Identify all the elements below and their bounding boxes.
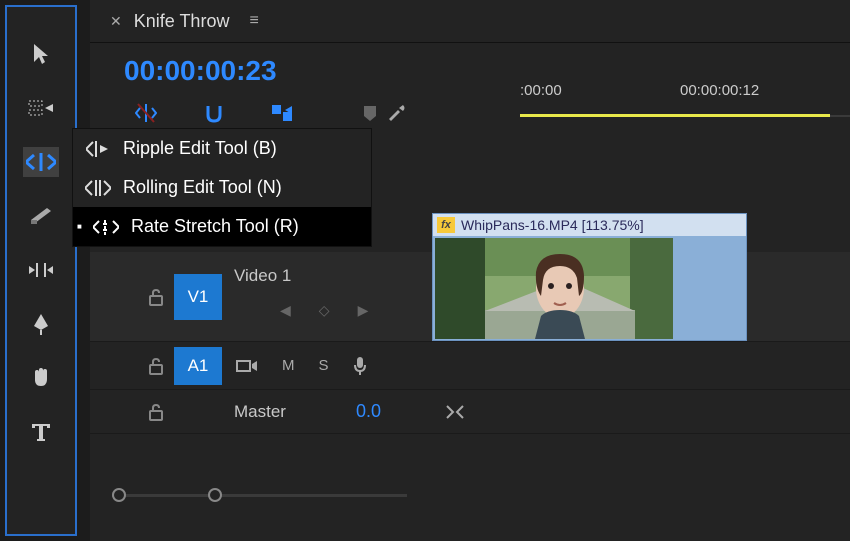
snap-icon[interactable] xyxy=(200,99,228,127)
menu-item-label: Rate Stretch Tool (R) xyxy=(131,216,299,237)
rate-stretch-tool-item[interactable]: Rate Stretch Tool (R) xyxy=(73,207,371,246)
solo-button[interactable]: S xyxy=(319,357,329,374)
zoom-handle-right[interactable] xyxy=(208,488,222,502)
track-badge-v1[interactable]: V1 xyxy=(174,274,222,320)
close-icon[interactable]: ✕ xyxy=(110,13,122,30)
menu-item-label: Ripple Edit Tool (B) xyxy=(123,138,277,159)
clip-title: WhipPans-16.MP4 [113.75%] xyxy=(461,217,644,233)
hand-tool[interactable] xyxy=(23,363,59,393)
lock-icon[interactable] xyxy=(148,288,164,306)
track-output-icon[interactable] xyxy=(236,358,258,374)
mute-button[interactable]: M xyxy=(282,357,295,374)
work-area-bar[interactable] xyxy=(520,114,830,117)
ruler-tick-0: :00:00 xyxy=(520,82,562,99)
fx-badge[interactable]: fx xyxy=(437,217,455,233)
prev-keyframe-icon: ◀ xyxy=(280,302,291,319)
video-clip[interactable]: fx WhipPans-16.MP4 [113.75%] xyxy=(432,213,747,341)
track-a1[interactable]: A1 M S xyxy=(90,342,850,390)
track-select-tool[interactable] xyxy=(23,93,59,123)
clip-header: fx WhipPans-16.MP4 [113.75%] xyxy=(433,214,746,236)
marker-icon[interactable] xyxy=(356,99,384,127)
ripple-edit-tool-group[interactable] xyxy=(23,147,59,177)
sequence-title[interactable]: Knife Throw xyxy=(134,11,230,32)
lock-icon[interactable] xyxy=(148,357,164,375)
rate-stretch-icon xyxy=(93,218,119,236)
insert-overwrite-icon[interactable] xyxy=(132,99,160,127)
track-label-v1: Video 1 xyxy=(234,266,291,286)
rolling-edit-tool-item[interactable]: Rolling Edit Tool (N) xyxy=(73,168,371,207)
zoom-handle-left[interactable] xyxy=(112,488,126,502)
type-tool[interactable] xyxy=(23,417,59,447)
link-icon[interactable] xyxy=(445,404,465,420)
linked-selection-icon[interactable] xyxy=(268,99,296,127)
rolling-edit-icon xyxy=(85,180,111,196)
menu-item-label: Rolling Edit Tool (N) xyxy=(123,177,282,198)
slip-tool[interactable] xyxy=(23,255,59,285)
ruler-tick-12: 00:00:00:12 xyxy=(680,82,759,99)
clip-thumbnail xyxy=(435,238,673,339)
pen-tool[interactable] xyxy=(23,309,59,339)
master-value[interactable]: 0.0 xyxy=(356,401,381,422)
master-label: Master xyxy=(234,402,286,422)
edit-tool-flyout: Ripple Edit Tool (B) Rolling Edit Tool (… xyxy=(72,128,372,247)
panel-menu-icon[interactable]: ≡ xyxy=(249,12,258,30)
ripple-edit-icon xyxy=(85,141,111,157)
razor-tool[interactable] xyxy=(23,201,59,231)
voice-over-icon[interactable] xyxy=(353,356,367,376)
track-master[interactable]: Master 0.0 xyxy=(90,390,850,434)
zoom-scrollbar[interactable] xyxy=(112,490,407,500)
keyframe-nav[interactable]: ◀ ◇ ▶ xyxy=(280,302,368,319)
sequence-tabbar: ✕ Knife Throw ≡ xyxy=(90,0,850,42)
lock-icon[interactable] xyxy=(148,403,164,421)
next-keyframe-icon: ▶ xyxy=(358,302,369,319)
track-badge-a1[interactable]: A1 xyxy=(174,347,222,385)
tool-palette xyxy=(5,5,77,536)
selection-tool[interactable] xyxy=(23,39,59,69)
settings-icon[interactable] xyxy=(382,99,410,127)
time-ruler[interactable]: :00:00 00:00:00:12 xyxy=(500,78,850,120)
add-keyframe-icon: ◇ xyxy=(319,302,330,319)
ripple-edit-tool-item[interactable]: Ripple Edit Tool (B) xyxy=(73,129,371,168)
